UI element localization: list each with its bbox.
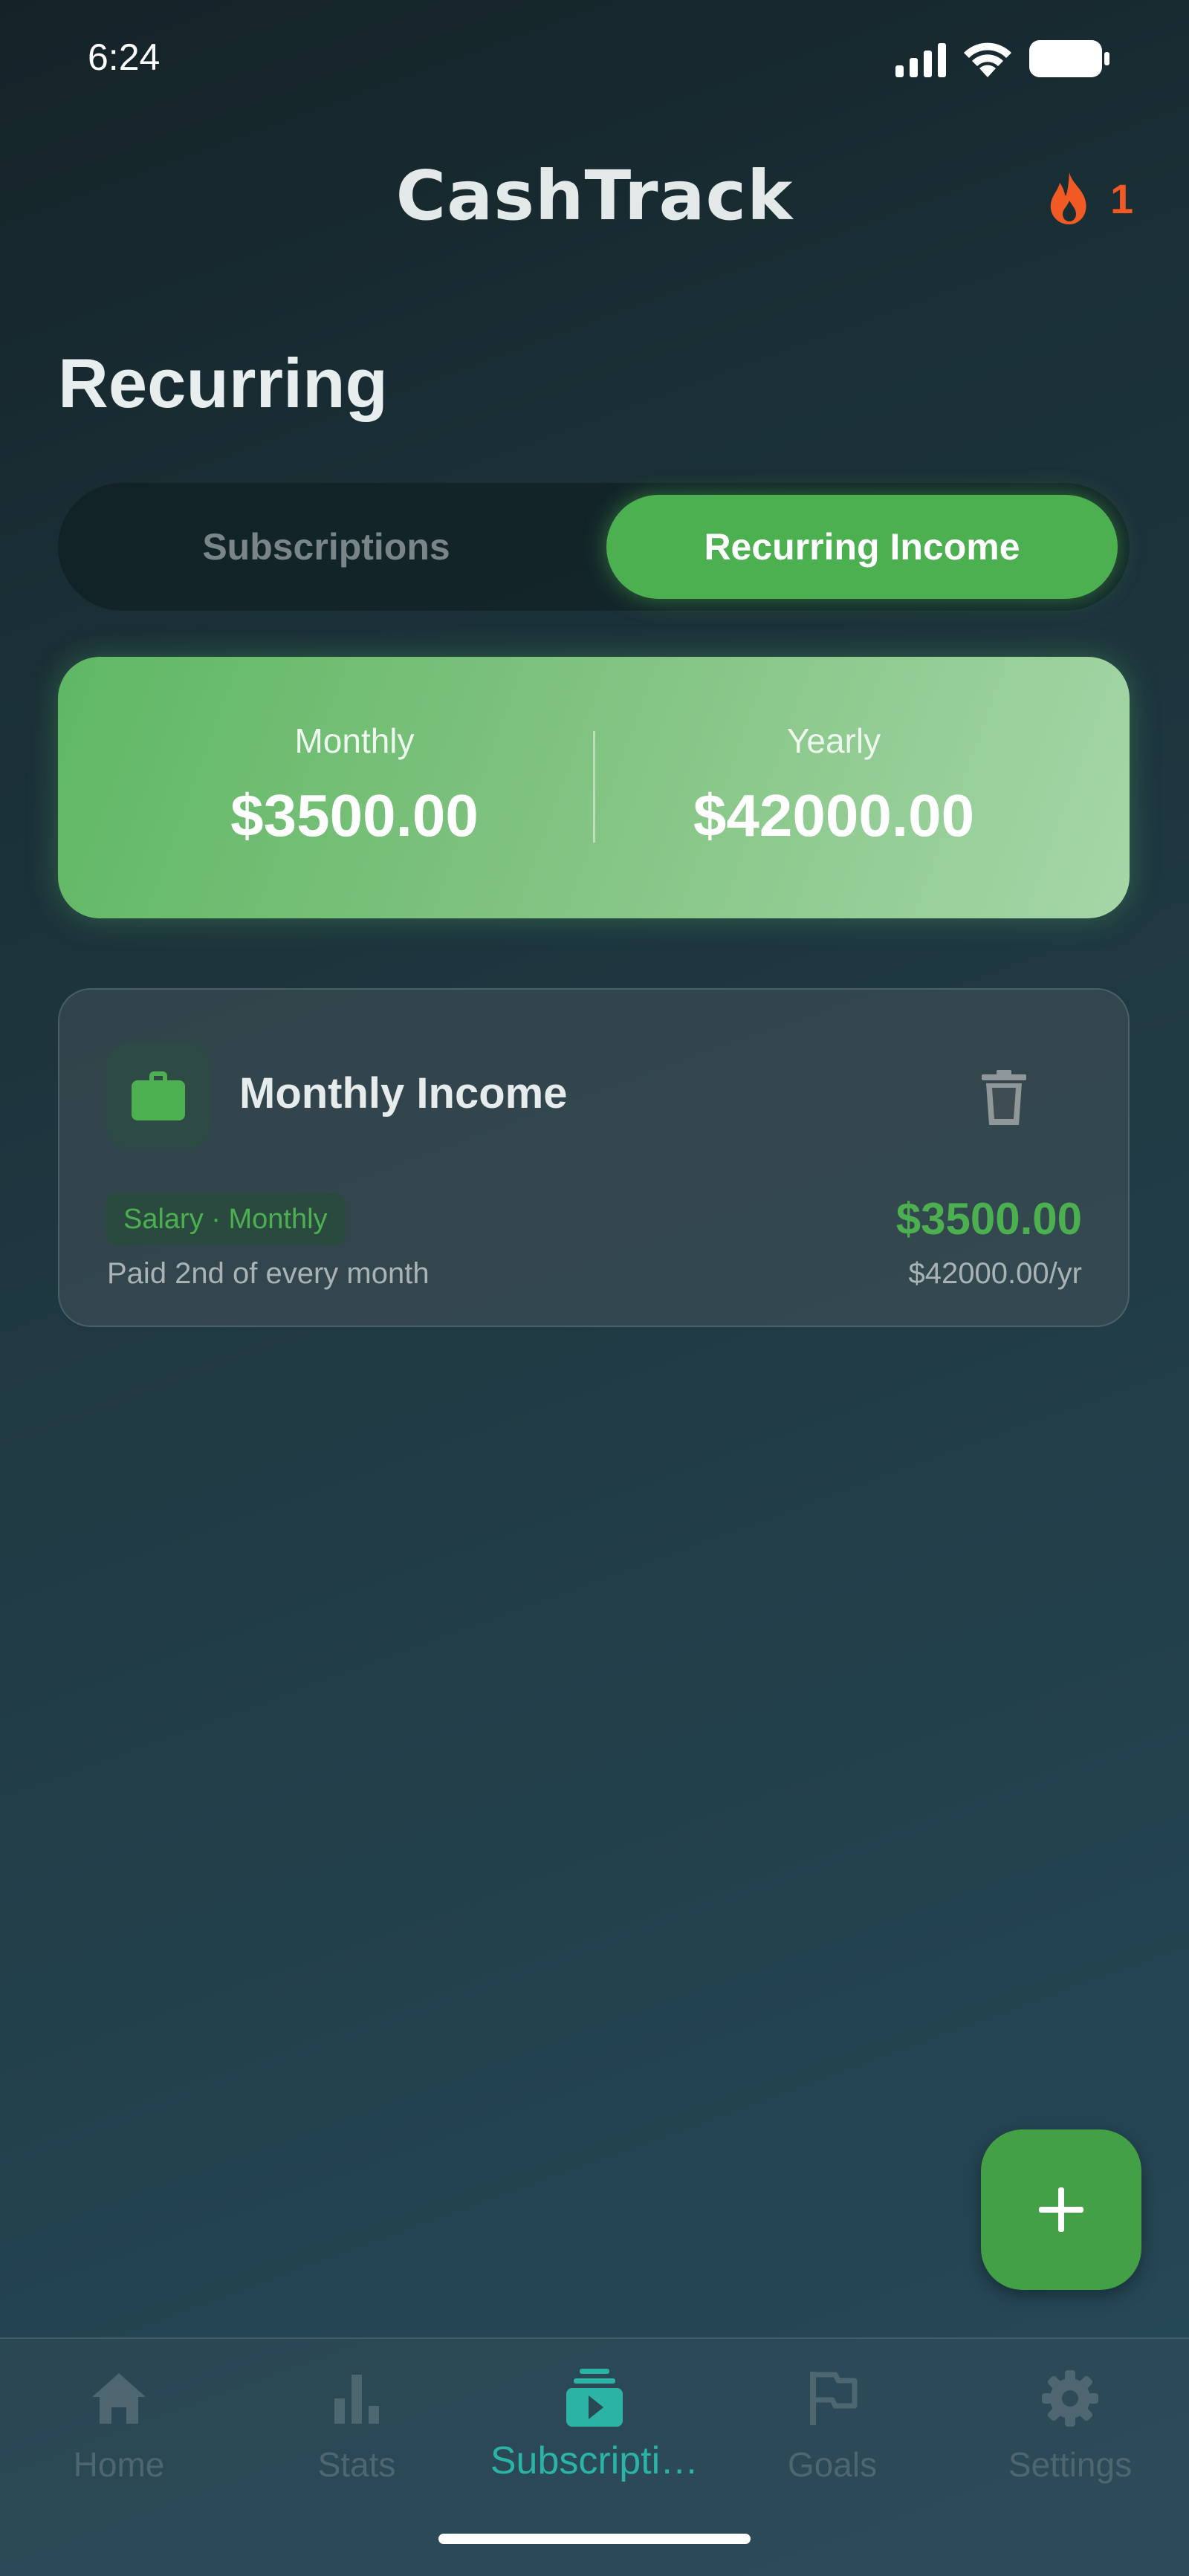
income-item-card[interactable]: Monthly Income Salary · Monthly Paid 2nd… — [58, 988, 1130, 1327]
nav-item-settings[interactable]: Settings — [951, 2369, 1189, 2517]
flag-icon — [810, 2372, 858, 2425]
page-title: Recurring — [58, 344, 388, 422]
home-icon — [92, 2373, 146, 2424]
item-amount: $3500.00 — [895, 1194, 1082, 1244]
app-title: CashTrack — [395, 156, 794, 236]
yearly-summary: Yearly $42000.00 — [595, 657, 1072, 918]
tab-recurring-income[interactable]: Recurring Income — [606, 495, 1118, 599]
trash-icon — [982, 1070, 1026, 1125]
briefcase-icon — [132, 1071, 185, 1120]
add-recurring-button[interactable] — [981, 2129, 1141, 2290]
category-tag: Salary · Monthly — [106, 1193, 346, 1245]
item-yearly-amount: $42000.00/yr — [908, 1257, 1082, 1290]
wifi-icon — [964, 42, 1011, 77]
item-name: Monthly Income — [239, 1069, 568, 1117]
nav-item-subscriptions[interactable]: Subscripti… — [476, 2369, 713, 2517]
gear-icon — [1042, 2370, 1098, 2427]
status-time: 6:24 — [88, 36, 161, 78]
battery-icon — [1029, 40, 1109, 77]
streak-count: 1 — [1110, 175, 1134, 222]
monthly-value: $3500.00 — [230, 782, 479, 849]
nav-label-goals: Goals — [787, 2445, 878, 2484]
plus-icon — [1039, 2187, 1083, 2232]
item-icon-container — [106, 1043, 211, 1149]
bar-chart-icon — [334, 2375, 379, 2424]
monthly-label: Monthly — [294, 721, 415, 760]
home-indicator[interactable] — [438, 2534, 751, 2544]
fire-icon — [1050, 172, 1086, 224]
signal-icon — [895, 43, 946, 77]
monthly-summary: Monthly $3500.00 — [116, 657, 593, 918]
nav-item-goals[interactable]: Goals — [713, 2369, 951, 2517]
delete-button[interactable] — [971, 1064, 1037, 1131]
segmented-control: Subscriptions Recurring Income — [58, 483, 1130, 611]
streak-badge[interactable]: 1 — [1046, 171, 1133, 226]
summary-card: Monthly $3500.00 Yearly $42000.00 — [58, 657, 1130, 918]
status-bar: 6:24 — [0, 0, 1189, 119]
yearly-value: $42000.00 — [693, 782, 975, 849]
item-schedule-note: Paid 2nd of every month — [107, 1257, 430, 1290]
yearly-label: Yearly — [786, 721, 881, 760]
subscriptions-icon — [566, 2369, 623, 2427]
nav-label-settings: Settings — [1008, 2445, 1133, 2484]
nav-label-subscriptions: Subscripti… — [490, 2439, 699, 2482]
nav-label-stats: Stats — [317, 2445, 396, 2484]
nav-item-home[interactable]: Home — [0, 2369, 238, 2517]
tab-subscriptions[interactable]: Subscriptions — [70, 495, 583, 599]
nav-label-home: Home — [73, 2445, 165, 2484]
nav-item-stats[interactable]: Stats — [238, 2369, 476, 2517]
